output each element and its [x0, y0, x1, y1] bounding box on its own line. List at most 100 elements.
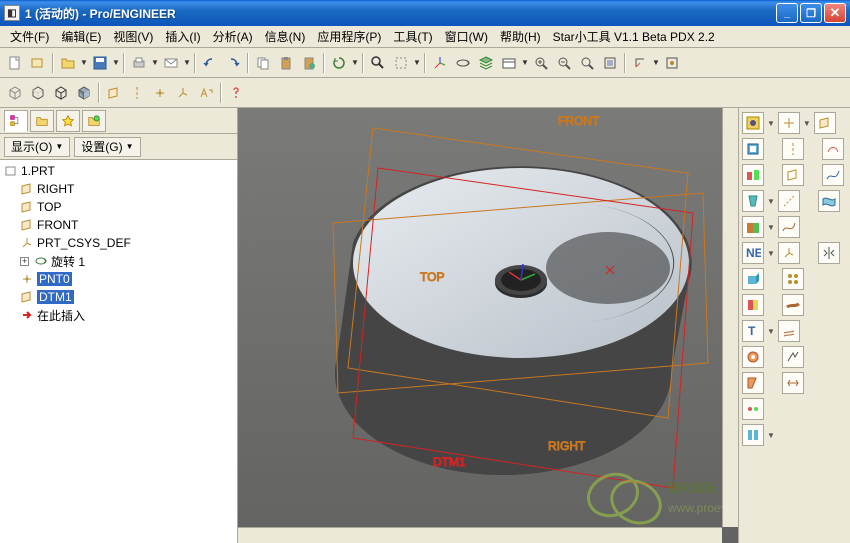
tool-style[interactable] — [782, 346, 804, 368]
view-spin-button[interactable] — [452, 52, 474, 74]
viewmgr-button[interactable] — [498, 52, 520, 74]
model-tree[interactable]: 1.PRT RIGHT TOP FRONT PRT_CSYS_DEF + — [0, 160, 237, 543]
expand-icon[interactable]: + — [20, 257, 29, 266]
menu-file[interactable]: 文件(F) — [4, 26, 55, 47]
new-file-button[interactable] — [4, 52, 26, 74]
show-button[interactable]: 显示(O)▼ — [4, 137, 70, 157]
datum-csys-toggle[interactable] — [172, 82, 194, 104]
tool-curve[interactable] — [822, 164, 844, 186]
tool-sketch[interactable] — [822, 138, 844, 160]
regenerate-button[interactable] — [328, 52, 350, 74]
saved-views-button[interactable] — [661, 52, 683, 74]
orient-dropdown[interactable]: ▼ — [652, 58, 660, 67]
tree-datum-front[interactable]: FRONT — [2, 216, 235, 234]
tool-rib[interactable] — [742, 164, 764, 186]
tool-offset[interactable] — [778, 320, 800, 342]
menu-insert[interactable]: 插入(I) — [159, 26, 206, 47]
menu-view[interactable]: 视图(V) — [107, 26, 159, 47]
menu-info[interactable]: 信息(N) — [259, 26, 312, 47]
tree-pnt0[interactable]: PNT0 — [2, 270, 235, 288]
paste-special-button[interactable] — [298, 52, 320, 74]
tree-dtm1[interactable]: DTM1 — [2, 288, 235, 306]
save-dropdown[interactable]: ▼ — [112, 58, 120, 67]
tool-blend[interactable] — [742, 346, 764, 368]
minimize-button[interactable]: _ — [776, 3, 798, 23]
layers-button[interactable] — [475, 52, 497, 74]
datum-plane-toggle[interactable] — [103, 82, 125, 104]
tool-round[interactable] — [742, 216, 764, 238]
undo-button[interactable] — [199, 52, 221, 74]
tool-plane[interactable] — [814, 112, 836, 134]
tool-sweep[interactable]: T — [742, 320, 764, 342]
favorites-tab[interactable] — [56, 110, 80, 132]
datum-point-toggle[interactable] — [149, 82, 171, 104]
tool-misc2[interactable] — [742, 424, 764, 446]
menu-tools[interactable]: 工具(T) — [387, 26, 438, 47]
viewport-scroll-v[interactable] — [722, 108, 738, 527]
orient-button[interactable] — [629, 52, 651, 74]
select-button[interactable] — [390, 52, 412, 74]
shaded-button[interactable] — [73, 82, 95, 104]
print-button[interactable] — [128, 52, 150, 74]
regen-dropdown[interactable]: ▼ — [351, 58, 359, 67]
tool-axis2[interactable] — [778, 190, 800, 212]
tool-surface[interactable] — [818, 190, 840, 212]
tool-thicken[interactable] — [782, 294, 804, 316]
tool-new[interactable]: NEW — [742, 242, 764, 264]
help-button[interactable] — [225, 82, 247, 104]
connections-tab[interactable] — [82, 110, 106, 132]
tool-point[interactable] — [778, 112, 800, 134]
folder-tab[interactable] — [30, 110, 54, 132]
model-tree-tab[interactable] — [4, 110, 28, 132]
close-button[interactable]: ✕ — [824, 3, 846, 23]
tool-chamfer[interactable] — [742, 372, 764, 394]
zoom-in-button[interactable] — [553, 52, 575, 74]
tool-extrude[interactable] — [742, 268, 764, 290]
graphics-viewport[interactable]: FRONT TOP RIGHT DTM1 — [238, 108, 738, 543]
tool-datum-plane[interactable] — [782, 164, 804, 186]
hidden-line-button[interactable] — [27, 82, 49, 104]
maximize-button[interactable]: ❐ — [800, 3, 822, 23]
datum-axis-toggle[interactable] — [126, 82, 148, 104]
print-dropdown[interactable]: ▼ — [151, 58, 159, 67]
save-button[interactable] — [89, 52, 111, 74]
tool-draft[interactable] — [742, 190, 764, 212]
menu-extra[interactable]: Star小工具 V1.1 Beta PDX 2.2 — [547, 26, 721, 47]
tree-datum-top[interactable]: TOP — [2, 198, 235, 216]
new-object-button[interactable] — [27, 52, 49, 74]
tool-csys[interactable] — [778, 242, 800, 264]
paste-button[interactable] — [275, 52, 297, 74]
repaint-button[interactable] — [599, 52, 621, 74]
tool-mirror[interactable] — [818, 242, 840, 264]
select-dropdown[interactable]: ▼ — [413, 58, 421, 67]
tree-insert-here[interactable]: 在此插入 — [2, 306, 235, 324]
tree-root[interactable]: 1.PRT — [2, 162, 235, 180]
menu-window[interactable]: 窗口(W) — [439, 26, 494, 47]
tool-misc1[interactable] — [742, 398, 764, 420]
email-dropdown[interactable]: ▼ — [183, 58, 191, 67]
no-hidden-button[interactable] — [50, 82, 72, 104]
tool-revolve[interactable] — [742, 294, 764, 316]
refit-button[interactable] — [530, 52, 552, 74]
email-button[interactable] — [160, 52, 182, 74]
tool-axis[interactable] — [782, 138, 804, 160]
tree-revolve[interactable]: + 旋转 1 — [2, 252, 235, 270]
copy-button[interactable] — [252, 52, 274, 74]
menu-app[interactable]: 应用程序(P) — [311, 26, 387, 47]
menu-analysis[interactable]: 分析(A) — [207, 26, 259, 47]
wireframe-button[interactable] — [4, 82, 26, 104]
redo-button[interactable] — [222, 52, 244, 74]
viewport-scroll-h[interactable] — [238, 527, 722, 543]
tool-shell[interactable] — [742, 138, 764, 160]
find-button[interactable] — [367, 52, 389, 74]
tree-datum-right[interactable]: RIGHT — [2, 180, 235, 198]
tree-csys[interactable]: PRT_CSYS_DEF — [2, 234, 235, 252]
annotation-toggle[interactable] — [195, 82, 217, 104]
tool-hole[interactable] — [742, 112, 764, 134]
tool-spline[interactable] — [778, 216, 800, 238]
view-csys-button[interactable] — [429, 52, 451, 74]
tool-pattern[interactable] — [782, 268, 804, 290]
tool-trim[interactable] — [782, 372, 804, 394]
menu-edit[interactable]: 编辑(E) — [55, 26, 107, 47]
viewmgr-dropdown[interactable]: ▼ — [521, 58, 529, 67]
